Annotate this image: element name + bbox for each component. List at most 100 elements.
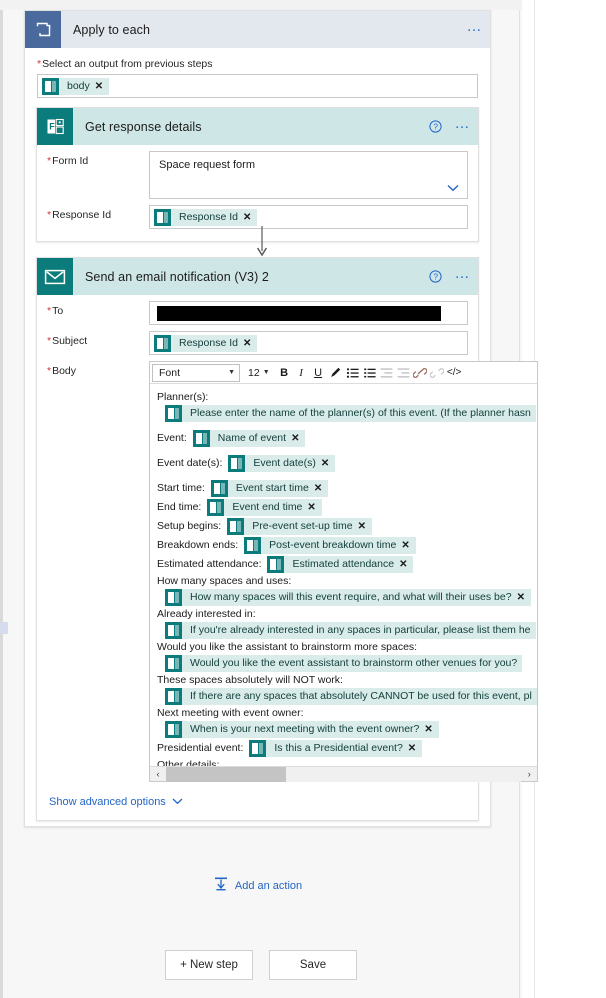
token-response-id-label: Response Id — [179, 211, 238, 223]
token-presidential-event-remove[interactable]: ✕ — [408, 739, 422, 758]
help-icon[interactable]: ? — [424, 108, 446, 145]
token-next-meeting-label: When is your next meeting with the event… — [190, 723, 420, 735]
apply-to-each-menu-button[interactable]: … — [460, 11, 490, 48]
show-advanced-options-link[interactable]: Show advanced options — [49, 796, 183, 808]
token-already-interested-label: If you're already interested in any spac… — [190, 624, 531, 636]
body-line-token: When is your next meeting with the event… — [157, 720, 537, 739]
new-step-button[interactable]: + New step — [165, 950, 253, 980]
footer-actions: + New step Save — [0, 950, 522, 980]
token-planner[interactable]: Please enter the name of the planner(s) … — [165, 405, 536, 422]
body-line-token: Event: Name of event ✕ — [157, 429, 537, 448]
loop-icon — [25, 11, 61, 48]
body-line-token: How many spaces will this event require,… — [157, 588, 537, 607]
font-size-select[interactable]: 12 ▼ — [245, 364, 272, 382]
token-estimated-attendance-remove[interactable]: ✕ — [399, 555, 413, 574]
token-pre-event-setup-time-remove[interactable]: ✕ — [358, 517, 372, 536]
bulleted-list-icon[interactable] — [344, 363, 361, 382]
token-body[interactable]: body ✕ — [42, 77, 110, 95]
bold-button[interactable]: B — [276, 363, 293, 382]
body-line-token: If you're already interested in any spac… — [157, 621, 537, 640]
body-line-label: Next meeting with event owner: — [157, 707, 304, 719]
help-icon[interactable]: ? — [424, 258, 446, 295]
token-next-meeting-remove[interactable]: ✕ — [424, 720, 438, 739]
token-estimated-attendance[interactable]: Estimated attendance ✕ — [267, 555, 414, 574]
token-post-event-breakdown-time-remove[interactable]: ✕ — [401, 536, 415, 555]
token-subject-response-id[interactable]: Response Id ✕ — [154, 334, 258, 352]
token-post-event-breakdown-time-label: Post-event breakdown time — [269, 539, 397, 551]
required-asterisk: * — [47, 335, 52, 347]
token-presidential-event[interactable]: Is this a Presidential event? ✕ — [249, 739, 423, 758]
rte-hscroll-thumb[interactable] — [166, 766, 286, 782]
token-spaces-cannot-be-used[interactable]: If there are any spaces that absolutely … — [165, 688, 537, 705]
token-name-of-event-remove[interactable]: ✕ — [291, 429, 305, 448]
token-pre-event-setup-time-label: Pre-event set-up time — [252, 520, 353, 532]
token-planner-label: Please enter the name of the planner(s) … — [190, 407, 531, 419]
svg-text:F: F — [49, 121, 55, 131]
token-body-remove[interactable]: ✕ — [95, 81, 109, 92]
forms-token-icon — [42, 77, 59, 95]
get-response-details-menu-button[interactable]: … — [448, 108, 478, 145]
body-line-token: Please enter the name of the planner(s) … — [157, 404, 537, 423]
increase-indent-icon[interactable] — [395, 363, 412, 382]
token-already-interested[interactable]: If you're already interested in any spac… — [165, 622, 536, 639]
chevron-down-icon[interactable] — [447, 183, 459, 192]
form-id-combobox[interactable]: Space request form — [149, 151, 468, 199]
forms-token-icon — [210, 480, 228, 497]
get-response-details-header[interactable]: F Get response details ? … — [37, 108, 478, 145]
rte-toolbar: Font ▼ 12 ▼ B I U </> — [150, 362, 538, 384]
required-asterisk: * — [47, 305, 52, 317]
send-email-menu-button[interactable]: … — [448, 258, 478, 295]
response-id-control: Response Id ✕ — [149, 205, 468, 229]
decrease-indent-icon[interactable] — [378, 363, 395, 382]
token-event-start-time-remove[interactable]: ✕ — [314, 479, 328, 498]
left-scrollbar-rail[interactable] — [0, 10, 3, 998]
rte-content-area[interactable]: Planner(s): Please enter the name of the… — [150, 384, 537, 766]
scroll-right-arrow-icon[interactable]: › — [521, 767, 537, 782]
token-how-many-spaces[interactable]: How many spaces will this event require,… — [165, 589, 531, 606]
code-view-button[interactable]: </> — [446, 363, 463, 382]
add-an-action-button[interactable]: Add an action — [24, 876, 491, 895]
token-event-dates-remove[interactable]: ✕ — [321, 454, 335, 473]
token-event-end-time-remove[interactable]: ✕ — [307, 498, 321, 517]
forms-token-icon — [228, 455, 246, 472]
body-label-text: Body — [52, 365, 77, 377]
token-how-many-spaces-label: How many spaces will this event require,… — [190, 591, 512, 603]
unlink-icon[interactable] — [429, 363, 446, 382]
italic-button[interactable]: I — [293, 363, 310, 382]
numbered-list-icon[interactable] — [361, 363, 378, 382]
token-response-id[interactable]: Response Id ✕ — [154, 208, 258, 226]
token-event-dates[interactable]: Event date(s) ✕ — [228, 454, 336, 473]
token-event-start-time[interactable]: Event start time ✕ — [210, 479, 329, 498]
form-id-value: Space request form — [159, 159, 255, 171]
token-subject-remove[interactable]: ✕ — [243, 338, 257, 349]
to-input[interactable] — [149, 301, 468, 325]
token-next-meeting[interactable]: When is your next meeting with the event… — [165, 721, 439, 738]
scroll-left-arrow-icon[interactable]: ‹ — [150, 767, 166, 782]
body-line-token: Event date(s): Event date(s) ✕ — [157, 454, 537, 473]
link-icon[interactable] — [412, 363, 429, 382]
subject-row: *Subject Response Id ✕ — [37, 325, 478, 355]
apply-to-each-header[interactable]: Apply to each … — [25, 11, 490, 48]
add-an-action-label: Add an action — [234, 879, 303, 892]
font-family-select[interactable]: Font ▼ — [152, 363, 240, 382]
token-post-event-breakdown-time[interactable]: Post-event breakdown time ✕ — [244, 537, 416, 554]
response-id-input[interactable]: Response Id ✕ — [149, 205, 468, 229]
token-event-end-time[interactable]: Event end time ✕ — [207, 498, 322, 517]
token-how-many-spaces-remove[interactable]: ✕ — [517, 588, 531, 607]
left-scrollbar-thumb[interactable] — [0, 622, 8, 634]
subject-input[interactable]: Response Id ✕ — [149, 331, 468, 355]
token-pre-event-setup-time[interactable]: Pre-event set-up time ✕ — [227, 518, 372, 535]
underline-button[interactable]: U — [310, 363, 327, 382]
pen-icon[interactable] — [327, 363, 344, 382]
rte-horizontal-scrollbar[interactable]: ‹ › — [150, 766, 538, 782]
token-brainstorm-venues[interactable]: Would you like the event assistant to br… — [165, 655, 523, 672]
select-output-input[interactable]: body ✕ — [37, 74, 478, 98]
body-line-token: If there are any spaces that absolutely … — [157, 687, 537, 706]
send-email-header[interactable]: Send an email notification (V3) 2 ? … — [37, 258, 478, 295]
svg-text:?: ? — [433, 273, 438, 282]
rte-hscroll-track[interactable] — [166, 766, 522, 782]
body-line-label: How many spaces and uses: — [157, 575, 292, 587]
token-response-id-remove[interactable]: ✕ — [243, 212, 257, 223]
token-name-of-event[interactable]: Name of event ✕ — [192, 429, 306, 448]
save-button[interactable]: Save — [269, 950, 357, 980]
